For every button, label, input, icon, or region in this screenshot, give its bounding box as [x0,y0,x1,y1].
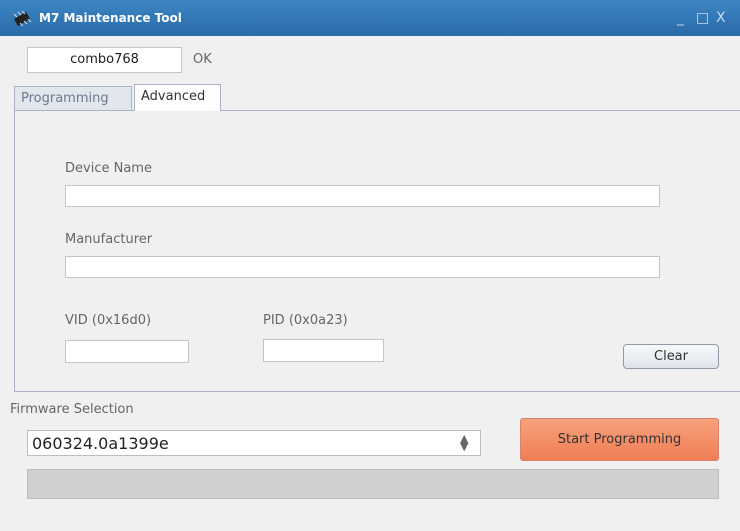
vid-input[interactable] [65,340,189,363]
tab-advanced[interactable]: Advanced [134,84,221,111]
tab-divider [14,110,740,111]
programming-progress-bar [27,469,719,499]
start-programming-button[interactable]: Start Programming [520,418,719,461]
window-title: M7 Maintenance Tool [39,11,182,25]
device-status-text: OK [193,52,212,67]
spinner-arrows-icon[interactable]: ▲ ▼ [460,433,468,452]
app-chip-icon [13,11,32,27]
clear-button[interactable]: Clear [623,344,719,369]
firmware-selected-value: 060324.0a1399e [32,434,169,453]
device-name-label: Device Name [65,161,152,176]
manufacturer-input[interactable] [65,256,660,278]
device-name-input[interactable] [65,185,660,207]
pid-input[interactable] [263,339,384,362]
panel-left-border [14,110,15,392]
pid-label: PID (0x0a23) [263,313,348,328]
minimize-button[interactable]: _ [677,11,684,25]
tab-programming[interactable]: Programming [14,86,132,110]
manufacturer-label: Manufacturer [65,232,153,247]
title-bar: M7 Maintenance Tool _ □ X [0,0,740,36]
firmware-selection-label: Firmware Selection [10,402,134,417]
device-name-field[interactable]: combo768 [27,47,182,73]
close-button[interactable]: X [716,11,726,25]
vid-label: VID (0x16d0) [65,313,152,328]
maximize-button[interactable]: □ [696,11,709,25]
firmware-select[interactable]: 060324.0a1399e ▲ ▼ [27,430,481,456]
panel-bottom-border [14,391,740,392]
